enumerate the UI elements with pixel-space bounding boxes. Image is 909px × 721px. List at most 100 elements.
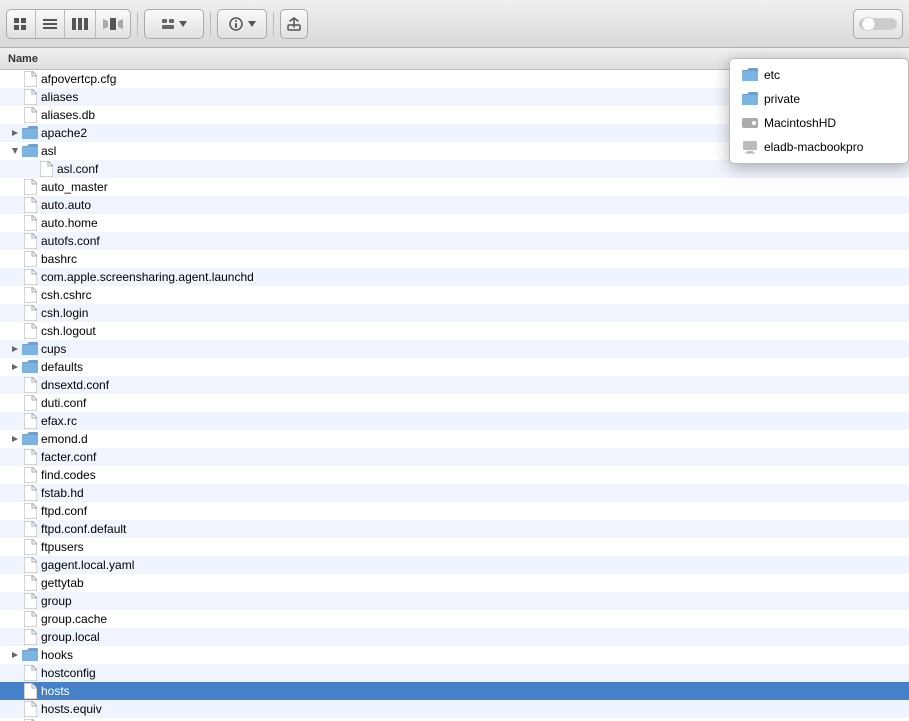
folder-icon [22,431,38,447]
list-item[interactable]: auto.auto [0,196,909,214]
file-name: defaults [41,360,83,374]
list-item[interactable]: csh.login [0,304,909,322]
icon-view-button[interactable] [7,10,36,38]
menu-item[interactable]: eladb-macbookpro [730,135,908,159]
disclosure-placeholder [8,270,22,284]
disclosure-placeholder [8,180,22,194]
disclosure-triangle[interactable] [8,144,22,158]
list-item[interactable]: autofs.conf [0,232,909,250]
disclosure-triangle[interactable] [8,342,22,356]
list-item[interactable]: auto.home [0,214,909,232]
file-icon [22,305,38,321]
file-icon [22,629,38,645]
separator-2 [210,12,211,36]
file-name: hooks [41,648,73,662]
list-item[interactable]: ftpd.conf.default [0,520,909,538]
file-icon [22,215,38,231]
list-item[interactable]: csh.cshrc [0,286,909,304]
list-item[interactable]: gagent.local.yaml [0,556,909,574]
file-name: com.apple.screensharing.agent.launchd [41,270,254,284]
disclosure-triangle[interactable] [8,126,22,140]
menu-item[interactable]: MacintoshHD [730,111,908,135]
file-icon [38,161,54,177]
list-item[interactable]: defaults [0,358,909,376]
file-icon [22,593,38,609]
file-name: duti.conf [41,396,86,410]
toolbar [0,0,909,48]
file-icon [22,395,38,411]
file-name: hosts.equiv [41,702,102,716]
list-item[interactable]: ftpd.conf [0,502,909,520]
view-mode-group[interactable] [6,9,131,39]
file-icon [22,233,38,249]
disclosure-placeholder [8,558,22,572]
file-icon [22,449,38,465]
list-item[interactable]: hooks [0,646,909,664]
disclosure-placeholder [8,522,22,536]
file-name: bashrc [41,252,77,266]
list-item[interactable]: hosts.equiv [0,700,909,718]
list-item[interactable]: ftpusers [0,538,909,556]
list-item[interactable]: group.cache [0,610,909,628]
toggle-button[interactable] [853,9,903,39]
list-item[interactable]: group.local [0,628,909,646]
file-name: csh.login [41,306,88,320]
disclosure-placeholder [8,612,22,626]
list-item[interactable]: group [0,592,909,610]
file-icon [22,107,38,123]
list-view-button[interactable] [36,10,65,38]
folder-icon [22,125,38,141]
list-item[interactable]: dnsextd.conf [0,376,909,394]
file-icon [22,701,38,717]
disclosure-triangle[interactable] [8,432,22,446]
file-list[interactable]: afpovertcp.cfg aliases aliases.db apache… [0,70,909,721]
disclosure-placeholder [8,252,22,266]
list-item[interactable]: csh.logout [0,322,909,340]
file-name: group.cache [41,612,107,626]
list-item[interactable]: fstab.hd [0,484,909,502]
list-item[interactable]: facter.conf [0,448,909,466]
action-button[interactable] [217,9,267,39]
disclosure-triangle[interactable] [8,648,22,662]
list-item[interactable]: gettytab [0,574,909,592]
list-item[interactable]: hosts [0,682,909,700]
disclosure-placeholder [8,504,22,518]
file-icon [22,467,38,483]
list-item[interactable]: bashrc [0,250,909,268]
file-icon [22,683,38,699]
file-icon [22,611,38,627]
file-name: ftpd.conf.default [41,522,126,536]
file-icon [22,251,38,267]
list-item[interactable]: duti.conf [0,394,909,412]
path-button[interactable] [144,9,204,39]
list-item[interactable]: efax.rc [0,412,909,430]
list-item[interactable]: cups [0,340,909,358]
list-item[interactable]: hostconfig [0,664,909,682]
menu-item[interactable]: etc [730,63,908,87]
column-view-button[interactable] [65,10,96,38]
list-item[interactable]: auto_master [0,178,909,196]
disclosure-placeholder [8,108,22,122]
disclosure-placeholder [8,576,22,590]
list-item[interactable]: emond.d [0,430,909,448]
folder-icon [22,647,38,663]
list-item[interactable]: find.codes [0,466,909,484]
list-item[interactable]: com.apple.screensharing.agent.launchd [0,268,909,286]
disclosure-placeholder [8,72,22,86]
file-icon [22,89,38,105]
disclosure-placeholder [8,684,22,698]
disclosure-triangle[interactable] [8,360,22,374]
file-name: csh.logout [41,324,96,338]
menu-item[interactable]: private [730,87,908,111]
folder-icon [22,143,38,159]
disclosure-placeholder [8,90,22,104]
coverflow-view-button[interactable] [96,10,130,38]
disclosure-placeholder [8,234,22,248]
disclosure-placeholder [8,702,22,716]
file-name: auto_master [41,180,108,194]
share-button[interactable] [280,9,308,39]
file-name: aliases.db [41,108,95,122]
file-name: fstab.hd [41,486,84,500]
file-name: efax.rc [41,414,77,428]
disclosure-placeholder [8,396,22,410]
